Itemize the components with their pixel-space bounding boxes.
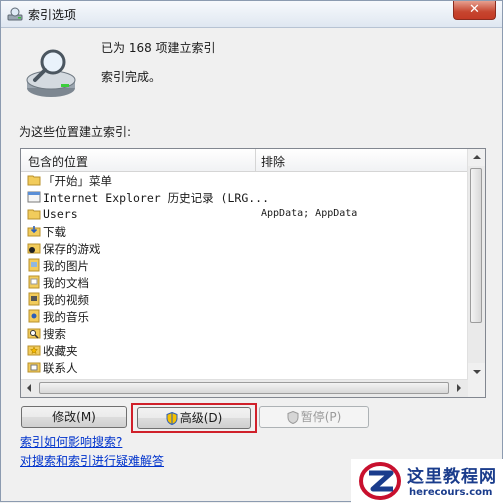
horizontal-scrollbar[interactable] (21, 379, 468, 397)
list-item[interactable]: 我的音乐 (21, 308, 468, 325)
modify-button[interactable]: 修改(M) (21, 406, 127, 428)
scroll-left-icon[interactable] (27, 384, 31, 392)
pause-button-label: 暂停(P) (300, 410, 342, 424)
indexing-options-window: 索引选项 ✕ 已为 168 项建立索引 索引完成。 为这些位置建立索引: 包含的… (0, 0, 503, 503)
modify-button-label: 修改(M) (52, 410, 96, 424)
location-name: Internet Explorer 历史记录 (LRG... (43, 191, 270, 205)
location-name: 搜索 (43, 327, 66, 341)
index-status-text: 索引完成。 (101, 70, 162, 84)
list-item[interactable]: 搜索 (21, 325, 468, 342)
library-icon (28, 309, 40, 323)
vertical-scroll-thumb[interactable] (470, 168, 482, 323)
location-name: Users (43, 207, 78, 221)
list-item[interactable]: 保存的游戏 (21, 240, 468, 257)
scroll-corner (468, 380, 485, 397)
list-item[interactable]: Users AppData; AppData (21, 206, 468, 223)
favorites-icon (27, 345, 41, 356)
how-indexing-affects-search-link[interactable]: 索引如何影响搜索? (20, 433, 122, 450)
location-name: 我的文档 (43, 276, 89, 290)
list-item[interactable]: 我的图片 (21, 257, 468, 274)
location-excluded: AppData; AppData (261, 208, 358, 219)
location-name: 我的视频 (43, 293, 89, 307)
location-name: 保存的游戏 (43, 242, 101, 256)
list-item[interactable]: 我的文档 (21, 274, 468, 291)
indexing-options-icon (7, 7, 23, 21)
window-title: 索引选项 (28, 8, 77, 22)
horizontal-scroll-thumb[interactable] (39, 382, 449, 394)
list-item[interactable]: 收藏夹 (21, 342, 468, 359)
troubleshoot-link[interactable]: 对搜索和索引进行疑难解答 (20, 452, 164, 469)
watermark-logo-icon (359, 462, 401, 500)
library-icon (28, 292, 40, 306)
watermark-url: herecours.com (409, 487, 493, 498)
ie-history-icon (27, 191, 41, 203)
location-name: 下载 (43, 225, 66, 239)
indexed-locations-list[interactable]: 包含的位置 排除 「开始」菜单 Internet Explorer 历史记录 (… (20, 148, 486, 398)
location-name: 「开始」菜单 (43, 174, 112, 188)
downloads-icon (27, 226, 41, 237)
list-item[interactable]: 「开始」菜单 (21, 172, 468, 189)
scroll-up-icon (473, 155, 481, 159)
scroll-down-button[interactable] (468, 363, 485, 380)
close-icon: ✕ (469, 2, 480, 17)
list-item[interactable]: Internet Explorer 历史记录 (LRG... (21, 189, 468, 206)
pause-shield-icon (287, 411, 299, 424)
indexed-count-text: 已为 168 项建立索引 (101, 41, 216, 55)
library-icon (28, 258, 40, 272)
searches-icon (27, 328, 41, 339)
location-rows: 「开始」菜单 Internet Explorer 历史记录 (LRG... Us… (21, 172, 468, 376)
list-item[interactable]: 我的视频 (21, 291, 468, 308)
site-watermark: 这里教程网 herecours.com (351, 459, 503, 503)
column-included[interactable]: 包含的位置 (28, 153, 88, 170)
column-excluded[interactable]: 排除 (261, 153, 285, 170)
highlight-box (131, 403, 257, 433)
index-status-icon (26, 49, 76, 97)
location-name: 收藏夹 (43, 344, 78, 358)
location-name: 联系人 (43, 361, 78, 375)
close-button[interactable]: ✕ (453, 1, 496, 20)
saved-games-icon (27, 243, 41, 254)
library-icon (28, 275, 40, 289)
pause-button[interactable]: 暂停(P) (259, 406, 369, 428)
list-header: 包含的位置 排除 (21, 149, 468, 172)
folder-icon (27, 175, 41, 186)
scroll-up-button[interactable] (468, 149, 485, 166)
column-divider[interactable] (255, 149, 256, 171)
contacts-icon (27, 362, 41, 373)
title-bar: 索引选项 ✕ (1, 1, 502, 28)
list-item[interactable]: 联系人 (21, 359, 468, 376)
vertical-scrollbar[interactable] (467, 149, 485, 380)
list-item[interactable]: 下载 (21, 223, 468, 240)
location-name: 我的音乐 (43, 310, 89, 324)
locations-label: 为这些位置建立索引: (19, 125, 132, 139)
scroll-right-icon[interactable] (457, 384, 461, 392)
location-name: 我的图片 (43, 259, 89, 273)
watermark-title: 这里教程网 (407, 467, 497, 487)
scroll-down-icon (473, 370, 481, 374)
folder-icon (27, 209, 41, 220)
